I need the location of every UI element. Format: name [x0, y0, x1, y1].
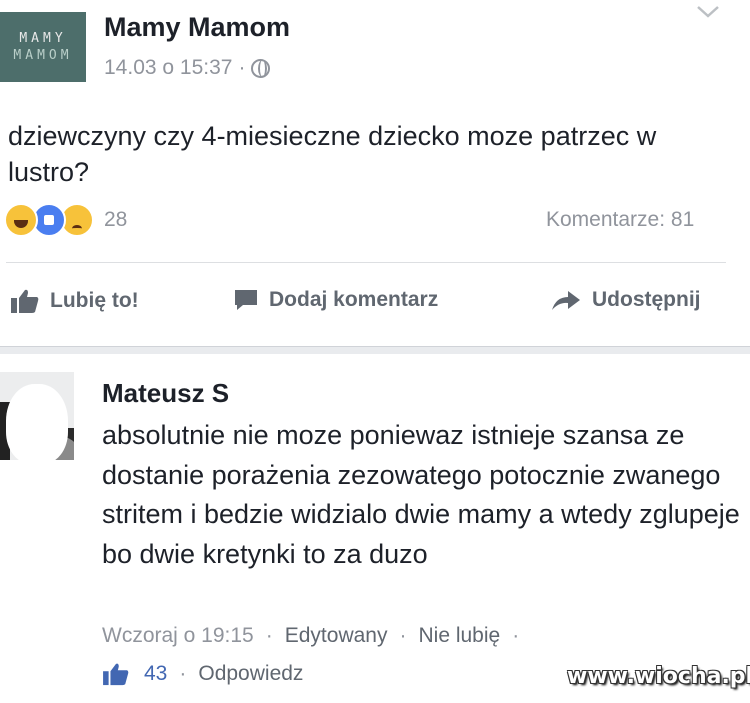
watermark: www.wiocha.pl	[567, 664, 750, 689]
meta-dot: ·	[179, 662, 187, 685]
comment-like-row: 43 · Odpowiedz	[102, 662, 303, 686]
chevron-down-icon[interactable]	[695, 2, 721, 22]
globe-icon	[251, 58, 271, 78]
share-button-label: Udostępnij	[592, 288, 701, 311]
comment-bubble-icon	[235, 290, 257, 310]
commenter-avatar[interactable]	[0, 372, 74, 460]
comment-card: Mateusz S absolutnie nie moze poniewaz i…	[0, 354, 750, 703]
page-logo[interactable]: MAMY MAMOM	[0, 12, 86, 82]
comment-text: absolutnie nie moze poniewaz istnieje sz…	[102, 420, 740, 569]
section-separator	[0, 346, 750, 354]
like-button-label: Lubię to!	[50, 289, 139, 312]
reactions-count: 28	[104, 208, 128, 231]
reactions-summary[interactable]: 28	[4, 203, 127, 237]
meta-dot: ·	[512, 624, 520, 647]
thumbs-up-icon	[11, 289, 39, 313]
comment-button-label: Dodaj komentarz	[269, 288, 439, 311]
logo-line-1: MAMY	[19, 31, 67, 46]
meta-dot: ·	[399, 624, 407, 647]
haha-reaction-icon	[4, 203, 38, 237]
thumbs-up-icon[interactable]	[102, 662, 130, 686]
post-card: MAMY MAMOM Mamy Mamom 14.03 o 15:37 · dz…	[0, 0, 750, 346]
comment-time[interactable]: Wczoraj o 19:15	[102, 624, 254, 648]
avatar-blur	[6, 384, 68, 460]
share-arrow-icon	[552, 291, 580, 310]
logo-line-2: MAMOM	[13, 48, 73, 63]
meta-separator: ·	[238, 56, 246, 79]
share-button[interactable]: Udostępnij	[550, 288, 701, 312]
like-button[interactable]: Lubię to!	[10, 288, 139, 314]
comment-like-count[interactable]: 43	[144, 662, 167, 686]
comment-meta: Wczoraj o 19:15 · Edytowany · Nie lubię …	[102, 624, 531, 648]
unlike-link[interactable]: Nie lubię	[418, 624, 500, 648]
meta-dot: ·	[265, 624, 273, 647]
edited-label[interactable]: Edytowany	[285, 624, 388, 648]
post-timestamp[interactable]: 14.03 o 15:37	[104, 56, 232, 80]
divider	[6, 262, 726, 263]
post-text: dziewczyny czy 4-miesieczne dziecko moze…	[8, 121, 657, 187]
page-name[interactable]: Mamy Mamom	[104, 12, 290, 43]
comment-button[interactable]: Dodaj komentarz	[233, 288, 438, 312]
post-meta: 14.03 o 15:37 ·	[104, 56, 271, 80]
comments-count-link[interactable]: Komentarze: 81	[546, 208, 694, 232]
comment-author[interactable]: Mateusz S	[102, 378, 229, 409]
reply-link[interactable]: Odpowiedz	[198, 662, 303, 686]
